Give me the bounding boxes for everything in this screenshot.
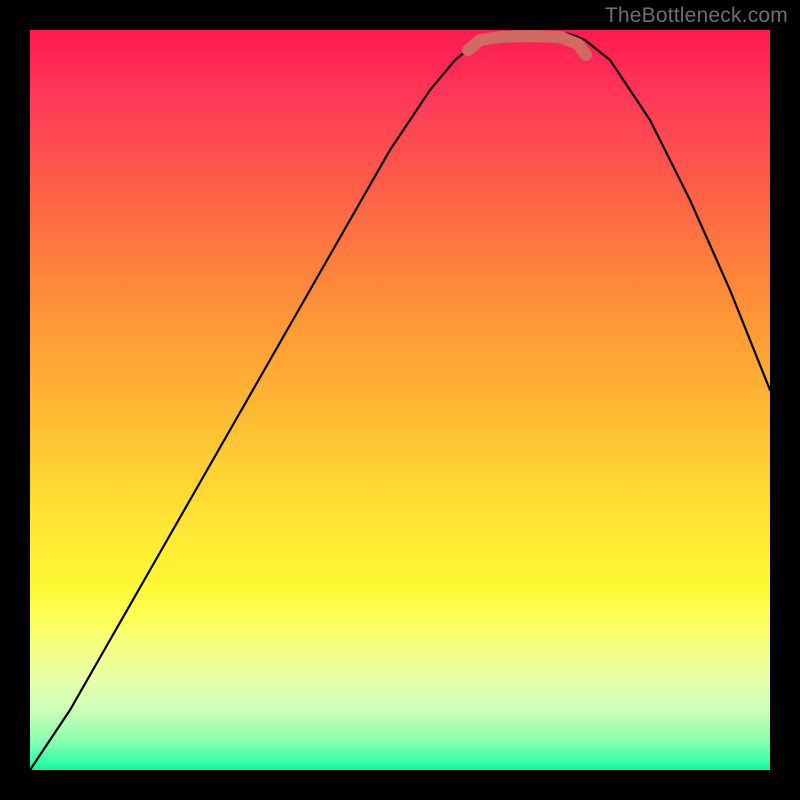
sweet-spot-start-dot (462, 44, 474, 56)
chart-svg (30, 30, 770, 770)
watermark-text: TheBottleneck.com (605, 4, 788, 28)
chart-frame: TheBottleneck.com (0, 0, 800, 800)
bottleneck-curve-line (30, 32, 770, 770)
sweet-spot-segment (468, 36, 586, 55)
